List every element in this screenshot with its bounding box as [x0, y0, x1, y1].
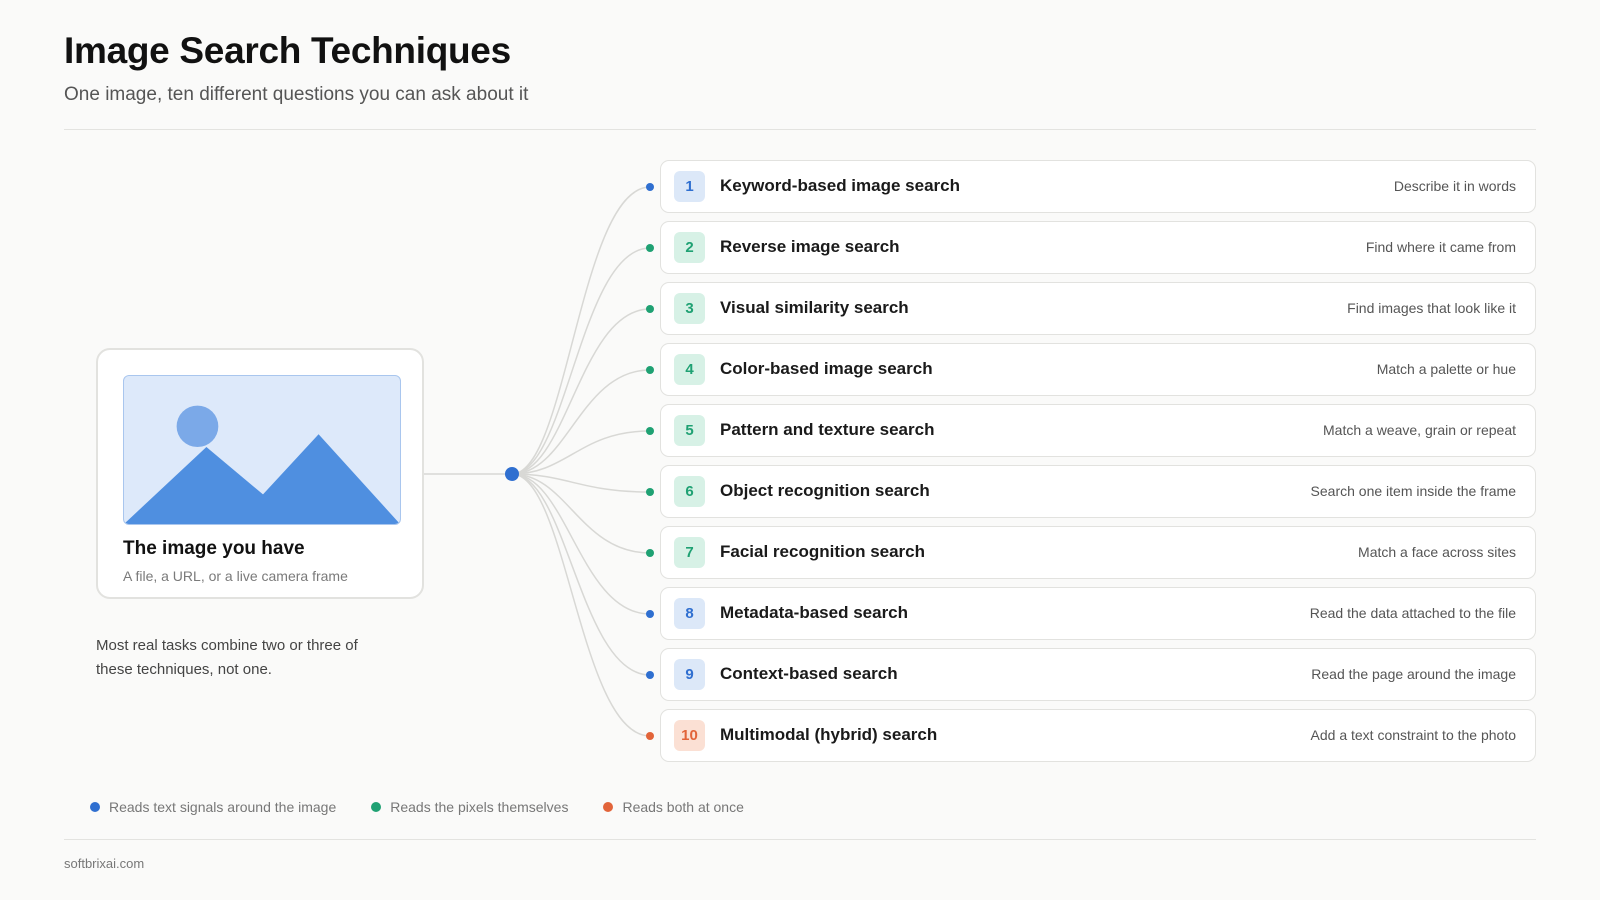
footer-divider [64, 839, 1536, 840]
technique-number-badge: 9 [674, 659, 705, 690]
technique-item[interactable]: 6 Object recognition search Search one ite… [660, 465, 1536, 518]
header-divider [64, 129, 1536, 130]
hub-node [505, 467, 519, 481]
connector-endpoint-dot [646, 549, 654, 557]
technique-connector [511, 186, 651, 475]
technique-item[interactable]: 4 Color-based image search Match a palette… [660, 343, 1536, 396]
technique-item[interactable]: 7 Facial recognition search Match a face a… [660, 526, 1536, 579]
connector-endpoint-dot [646, 244, 654, 252]
technique-item[interactable]: 5 Pattern and texture search Match a weave… [660, 404, 1536, 457]
technique-name: Context-based search [720, 664, 898, 683]
legend-label: Reads both at once [622, 799, 744, 815]
technique-number-badge: 8 [674, 598, 705, 629]
technique-description: Describe it in words [1393, 178, 1516, 194]
technique-name: Object recognition search [720, 481, 930, 500]
legend-item: Reads both at once [603, 799, 744, 815]
source-subtitle: A file, a URL, or a live camera frame [123, 568, 348, 584]
technique-name: Facial recognition search [720, 542, 926, 561]
technique-connector [511, 430, 651, 475]
footer-credit: softbrixai.com [64, 856, 145, 871]
technique-number-badge: 7 [674, 537, 705, 568]
technique-description: Search one item inside the frame [1310, 483, 1516, 499]
legend-dot-icon [371, 802, 382, 812]
connector-endpoint-dot [646, 671, 654, 679]
technique-name: Reverse image search [720, 237, 900, 256]
technique-number-badge: 5 [674, 415, 705, 446]
technique-connector [511, 369, 651, 475]
technique-description: Read the page around the image [1311, 666, 1516, 682]
technique-connector [511, 473, 651, 737]
page-subtitle: One image, ten different questions you c… [64, 84, 529, 105]
connector-endpoint-dot [646, 366, 654, 374]
legend-dot-icon [603, 802, 614, 812]
technique-connector [511, 247, 651, 475]
legend: Reads text signals around the image Reads… [90, 799, 744, 815]
technique-name: Visual similarity search [720, 298, 909, 317]
technique-description: Find images that look like it [1347, 300, 1516, 316]
technique-item[interactable]: 3 Visual similarity search Find images tha… [660, 282, 1536, 335]
technique-name: Pattern and texture search [720, 420, 935, 439]
technique-name: Multimodal (hybrid) search [720, 725, 938, 744]
legend-dot-icon [90, 802, 100, 812]
technique-description: Add a text constraint to the photo [1310, 727, 1516, 743]
technique-number-badge: 1 [674, 171, 705, 202]
technique-name: Metadata-based search [720, 603, 909, 622]
technique-item[interactable]: 1 Keyword-based image search Describe it i… [660, 160, 1536, 213]
source-image-card: The image you have A file, a URL, or a l… [96, 348, 424, 599]
combination-note: Most real tasks combine two or three of … [96, 637, 358, 678]
technique-item[interactable]: 10 Multimodal (hybrid) search Add a text c… [660, 709, 1536, 762]
technique-number-badge: 10 [674, 720, 705, 751]
connector-endpoint-dot [646, 305, 654, 313]
technique-connector [511, 473, 651, 615]
source-title: The image you have [123, 538, 305, 559]
technique-number-badge: 3 [674, 293, 705, 324]
page-title: Image Search Techniques [64, 30, 511, 71]
technique-name: Keyword-based image search [720, 176, 960, 195]
technique-number-badge: 2 [674, 232, 705, 263]
legend-item: Reads the pixels themselves [371, 799, 568, 815]
connector-endpoint-dot [646, 488, 654, 496]
technique-number-badge: 4 [674, 354, 705, 385]
technique-item[interactable]: 8 Metadata-based search Read the data atta… [660, 587, 1536, 640]
technique-connector [511, 473, 651, 676]
legend-label: Reads the pixels themselves [390, 799, 569, 815]
legend-item: Reads text signals around the image [90, 799, 336, 815]
technique-connector [511, 308, 651, 475]
technique-description: Find where it came from [1365, 239, 1516, 255]
connector-endpoint-dot [646, 427, 654, 435]
technique-name: Color-based image search [720, 359, 933, 378]
technique-description: Read the data attached to the file [1309, 605, 1516, 621]
technique-connector [511, 473, 651, 554]
technique-connector [511, 473, 651, 493]
connector-endpoint-dot [646, 732, 654, 740]
technique-description: Match a palette or hue [1376, 361, 1516, 377]
image-placeholder-icon [123, 375, 401, 525]
technique-description: Match a face across sites [1358, 544, 1516, 560]
connector-endpoint-dot [646, 610, 654, 618]
legend-label: Reads text signals around the image [109, 799, 337, 815]
technique-item[interactable]: 9 Context-based search Read the page aroun… [660, 648, 1536, 701]
connector-endpoint-dot [646, 183, 654, 191]
technique-description: Match a weave, grain or repeat [1323, 422, 1516, 438]
technique-number-badge: 6 [674, 476, 705, 507]
technique-item[interactable]: 2 Reverse image search Find where it came … [660, 221, 1536, 274]
